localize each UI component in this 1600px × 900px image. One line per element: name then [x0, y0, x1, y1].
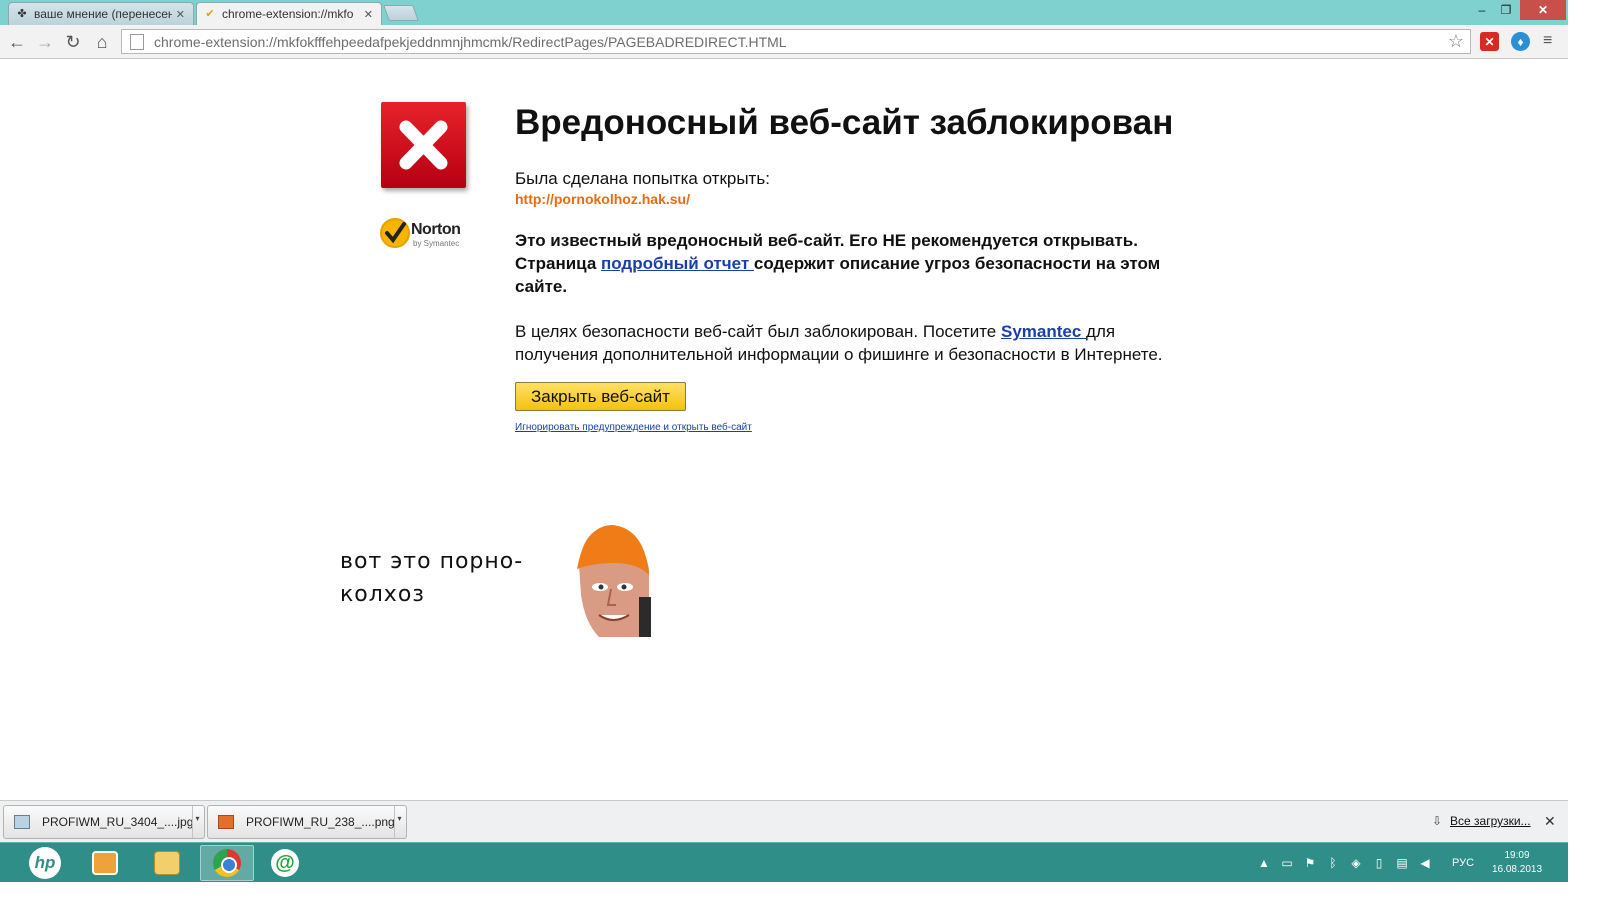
norton-favicon-icon: ✔ [205, 8, 215, 20]
norton-brand: Norton [411, 221, 461, 238]
clock[interactable]: 19:09 16.08.2013 [1490, 843, 1544, 883]
taskbar-mail-agent[interactable]: @ [258, 845, 312, 881]
mail-agent-icon: @ [271, 849, 299, 877]
attempt-label: Была сделана попытка открыть: [515, 169, 770, 188]
monitor-icon[interactable]: ▭ [1279, 855, 1295, 871]
clock-date: 16.08.2013 [1491, 864, 1543, 875]
blocked-url: http://pornokolhoz.hak.su/ [515, 191, 690, 207]
tab-title: ваше мнение (перенесен [34, 7, 172, 21]
close-downloads-bar-icon[interactable]: ✕ [1544, 813, 1556, 830]
address-bar[interactable]: chrome-extension://mkfokfffehpeedafpekje… [121, 29, 1471, 54]
site-favicon-icon: ✤ [17, 8, 27, 20]
browser-toolbar: ← → ↻ ⌂ chrome-extension://mkfokfffehpee… [0, 25, 1568, 59]
download-item[interactable]: PROFIWM_RU_238_....png ▾ [207, 805, 407, 839]
new-tab-button[interactable] [383, 5, 419, 21]
download-item[interactable]: PROFIWM_RU_3404_....jpg ▾ [3, 805, 205, 839]
page-content: Norton by Symantec Вредоносный веб-сайт … [0, 60, 1568, 800]
media-player-icon [92, 851, 118, 875]
tab-extension[interactable]: ✔ chrome-extension://mkfo ✕ [196, 2, 382, 25]
info-text: В целях безопасности веб-сайт был заблок… [515, 320, 1195, 366]
tab-close-icon[interactable]: ✕ [364, 8, 373, 21]
meme-line-2: колхоз [340, 582, 425, 607]
norton-by: by Symantec [413, 239, 460, 248]
bluetooth-icon[interactable]: ᛒ [1325, 855, 1341, 871]
windows-taskbar: hp @ ▲ ▭ ⚑ ᛒ ◈ ▯ ▤ ◀ РУС 19:09 16.08.201… [0, 842, 1568, 882]
download-menu-chevron-icon[interactable]: ▾ [192, 806, 202, 838]
tab-close-icon[interactable]: ✕ [176, 8, 185, 21]
forward-arrow-icon[interactable]: → [34, 31, 56, 53]
warning-panel: Вредоносный веб-сайт заблокирован Была с… [515, 100, 1195, 433]
minimize-button[interactable]: – [1470, 0, 1494, 20]
symantec-link[interactable]: Symantec [1001, 322, 1086, 341]
start-button[interactable]: hp [18, 845, 72, 881]
download-menu-chevron-icon[interactable]: ▾ [394, 806, 404, 838]
taskbar-media-player[interactable] [78, 845, 132, 881]
battery-icon[interactable]: ▯ [1371, 855, 1387, 871]
meme-face-image [577, 525, 651, 637]
volume-icon[interactable]: ◀ [1417, 855, 1433, 871]
address-url[interactable]: chrome-extension://mkfokfffehpeedafpekje… [154, 34, 1448, 50]
image-file-icon [218, 815, 234, 829]
menu-icon[interactable]: ≡ [1543, 33, 1559, 49]
bookmark-star-icon[interactable]: ☆ [1448, 31, 1464, 52]
download-filename: PROFIWM_RU_3404_....jpg [42, 815, 194, 829]
hp-logo-icon: hp [29, 847, 61, 879]
system-tray: ▲ ▭ ⚑ ᛒ ◈ ▯ ▤ ◀ [1256, 843, 1433, 883]
meme-line-1: вот это порно- [340, 549, 524, 574]
warning-text: Это известный вредоносный веб-сайт. Его … [515, 229, 1195, 298]
norton-check-icon [380, 218, 410, 248]
chrome-icon [213, 849, 241, 877]
taskbar-file-explorer[interactable] [140, 845, 194, 881]
clock-time: 19:09 [1504, 850, 1530, 861]
blocked-x-icon [381, 102, 466, 188]
norton-logo: Norton by Symantec [380, 218, 480, 252]
norton-extension-icon[interactable]: ✕ [1480, 32, 1499, 51]
page-title: Вредоносный веб-сайт заблокирован [515, 103, 1174, 142]
ignore-warning-link[interactable]: Игнорировать предупреждение и открыть ве… [515, 422, 1195, 433]
close-website-button[interactable]: Закрыть веб-сайт [515, 382, 686, 411]
meme-caption: вот это порно- колхоз [340, 545, 523, 611]
download-arrow-icon: ⇩ [1432, 814, 1443, 828]
info-text-1: В целях безопасности веб-сайт был заблок… [515, 322, 1001, 341]
downloads-bar: PROFIWM_RU_3404_....jpg ▾ PROFIWM_RU_238… [0, 800, 1568, 842]
window-titlebar: ✤ ваше мнение (перенесен ✕ ✔ chrome-exte… [0, 0, 1568, 25]
close-window-button[interactable]: ✕ [1520, 0, 1566, 20]
home-icon[interactable]: ⌂ [91, 31, 113, 53]
folder-icon [154, 851, 180, 875]
maximize-button[interactable]: ❐ [1494, 0, 1518, 20]
reload-icon[interactable]: ↻ [62, 31, 84, 53]
tab-opinion[interactable]: ✤ ваше мнение (перенесен ✕ [8, 2, 194, 25]
show-hidden-icons-icon[interactable]: ▲ [1256, 855, 1272, 871]
all-downloads-link[interactable]: Все загрузки... [1450, 814, 1531, 828]
download-filename: PROFIWM_RU_238_....png [246, 815, 395, 829]
antivirus-icon[interactable]: ◈ [1348, 855, 1364, 871]
drop-extension-icon[interactable]: ♦ [1511, 32, 1530, 51]
taskbar-chrome[interactable] [200, 845, 254, 881]
back-arrow-icon[interactable]: ← [6, 31, 28, 53]
flag-icon[interactable]: ⚑ [1302, 855, 1318, 871]
detailed-report-link[interactable]: подробный отчет [601, 254, 754, 273]
tab-title: chrome-extension://mkfo [222, 7, 354, 21]
network-icon[interactable]: ▤ [1394, 855, 1410, 871]
language-indicator[interactable]: РУС [1452, 843, 1474, 883]
image-file-icon [14, 815, 30, 829]
page-icon [130, 33, 144, 50]
